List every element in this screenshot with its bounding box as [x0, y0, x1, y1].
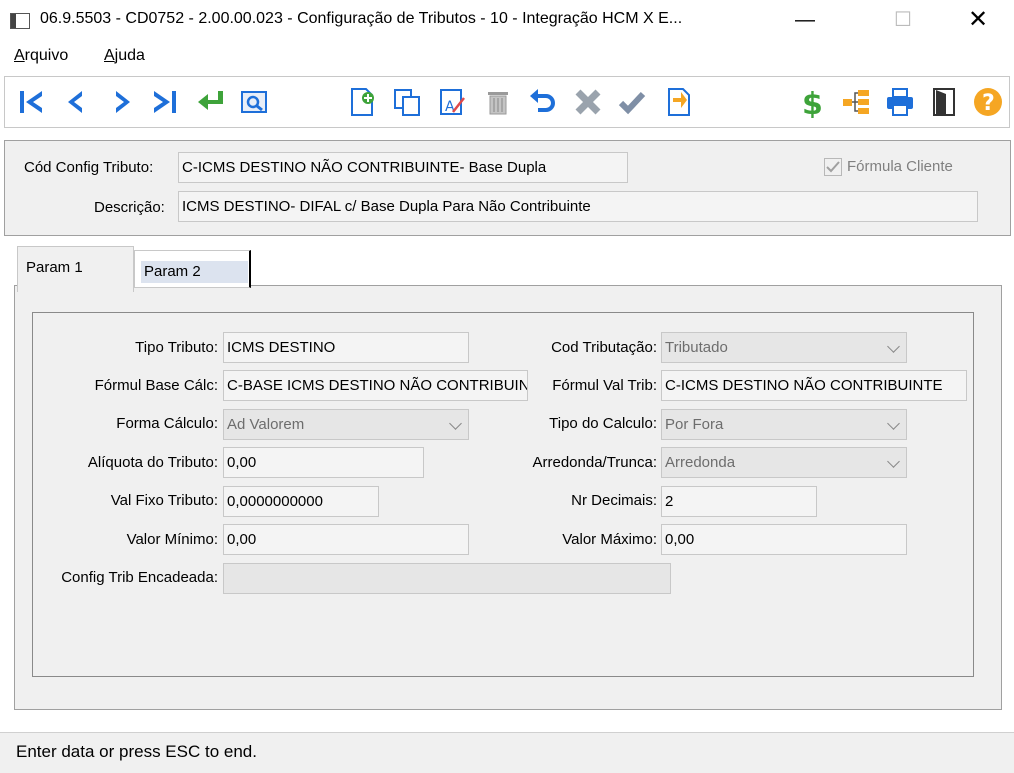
next-icon[interactable]	[105, 80, 139, 124]
val-fixo-field[interactable]: 0,0000000000	[223, 486, 379, 517]
cancel-icon[interactable]	[571, 80, 605, 124]
cod-config-field[interactable]: C-ICMS DESTINO NÃO CONTRIBUINTE- Base Du…	[178, 152, 628, 183]
svg-text:A: A	[445, 99, 455, 115]
toolbar: A $ ?	[4, 76, 1010, 128]
previous-icon[interactable]	[59, 80, 93, 124]
svg-text:$: $	[802, 87, 823, 118]
window-title: 06.9.5503 - CD0752 - 2.00.00.023 - Confi…	[40, 10, 683, 27]
tab-param-1[interactable]: Param 1	[17, 246, 134, 292]
menu-ajuda-rest: juda	[114, 47, 145, 64]
arredonda-select[interactable]: Arredonda	[661, 447, 907, 478]
menu-arquivo[interactable]: Arquivo	[14, 47, 68, 65]
exit-icon[interactable]	[927, 80, 961, 124]
cod-tributacao-select[interactable]: Tributado	[661, 332, 907, 363]
chevron-down-icon	[887, 417, 900, 430]
tipo-calculo-value: Por Fora	[665, 416, 724, 433]
import-icon[interactable]	[661, 80, 695, 124]
menu-arquivo-rest: rquivo	[24, 47, 69, 64]
tab-param-1-label: Param 1	[26, 259, 83, 276]
formula-cliente-checkbox[interactable]	[824, 158, 842, 176]
valor-maximo-label: Valor Máximo:	[562, 531, 657, 548]
menu-ajuda-accel: A	[104, 47, 115, 64]
status-bar: Enter data or press ESC to end.	[0, 732, 1014, 773]
valor-minimo-field[interactable]: 0,00	[223, 524, 469, 555]
last-icon[interactable]	[147, 80, 181, 124]
arredonda-label: Arredonda/Trunca:	[532, 454, 657, 471]
close-button[interactable]: ✕	[955, 0, 1001, 42]
edit-icon[interactable]: A	[435, 80, 469, 124]
maximize-button[interactable]: ☐	[880, 0, 926, 42]
help-icon[interactable]: ?	[971, 80, 1005, 124]
valor-minimo-label: Valor Mínimo:	[126, 531, 218, 548]
cod-tributacao-value: Tributado	[665, 339, 728, 356]
search-icon[interactable]	[237, 80, 271, 124]
svg-text:?: ?	[982, 91, 995, 116]
nr-decimais-field[interactable]: 2	[661, 486, 817, 517]
title-bar: 06.9.5503 - CD0752 - 2.00.00.023 - Confi…	[0, 0, 1014, 42]
undo-icon[interactable]	[525, 80, 559, 124]
app-icon[interactable]	[10, 13, 30, 29]
new-icon[interactable]	[345, 80, 379, 124]
aliquota-label: Alíquota do Tributo:	[87, 454, 218, 471]
tipo-tributo-field[interactable]: ICMS DESTINO	[223, 332, 469, 363]
chevron-down-icon	[887, 340, 900, 353]
delete-icon[interactable]	[481, 80, 515, 124]
formul-base-label: Fórmul Base Cálc:	[94, 377, 218, 394]
minimize-button[interactable]: —	[782, 0, 828, 42]
tipo-tributo-label: Tipo Tributo:	[135, 339, 218, 356]
goto-icon[interactable]	[193, 80, 227, 124]
formula-cliente-label: Fórmula Cliente	[847, 158, 953, 175]
tab-param-2-label: Param 2	[141, 261, 248, 283]
config-encadeada-label: Config Trib Encadeada:	[61, 569, 218, 586]
tipo-calculo-label: Tipo do Calculo:	[549, 415, 657, 432]
aliquota-field[interactable]: 0,00	[223, 447, 424, 478]
chevron-down-icon	[449, 417, 462, 430]
forma-calculo-select[interactable]: Ad Valorem	[223, 409, 469, 440]
cod-tributacao-label: Cod Tributação:	[551, 339, 657, 356]
forma-calculo-label: Forma Cálculo:	[116, 415, 218, 432]
nr-decimais-label: Nr Decimais:	[571, 492, 657, 509]
config-encadeada-field[interactable]	[223, 563, 671, 594]
forma-calculo-value: Ad Valorem	[227, 416, 305, 433]
val-fixo-label: Val Fixo Tributo:	[110, 492, 218, 509]
menu-arquivo-accel: A	[14, 47, 25, 64]
menu-bar: Arquivo Ajuda	[0, 44, 1014, 70]
tab-param-2[interactable]: Param 2	[134, 250, 251, 288]
status-text: Enter data or press ESC to end.	[16, 742, 257, 761]
cod-config-label: Cód Config Tributo:	[24, 159, 154, 176]
descricao-field[interactable]: ICMS DESTINO- DIFAL c/ Base Dupla Para N…	[178, 191, 978, 222]
arredonda-value: Arredonda	[665, 454, 736, 471]
copy-icon[interactable]	[390, 80, 424, 124]
chevron-down-icon	[887, 455, 900, 468]
formul-val-trib-field[interactable]: C-ICMS DESTINO NÃO CONTRIBUINTE	[661, 370, 967, 401]
formul-base-field[interactable]: C-BASE ICMS DESTINO NÃO CONTRIBUINTE	[223, 370, 528, 401]
print-icon[interactable]	[883, 80, 917, 124]
valor-maximo-field[interactable]: 0,00	[661, 524, 907, 555]
tree-icon[interactable]	[839, 80, 873, 124]
menu-ajuda[interactable]: Ajuda	[104, 47, 145, 65]
descricao-label: Descrição:	[94, 199, 165, 216]
first-icon[interactable]	[15, 80, 49, 124]
tipo-calculo-select[interactable]: Por Fora	[661, 409, 907, 440]
formul-val-trib-label: Fórmul Val Trib:	[552, 377, 657, 394]
dollar-icon[interactable]: $	[795, 80, 829, 124]
confirm-icon[interactable]	[615, 80, 649, 124]
